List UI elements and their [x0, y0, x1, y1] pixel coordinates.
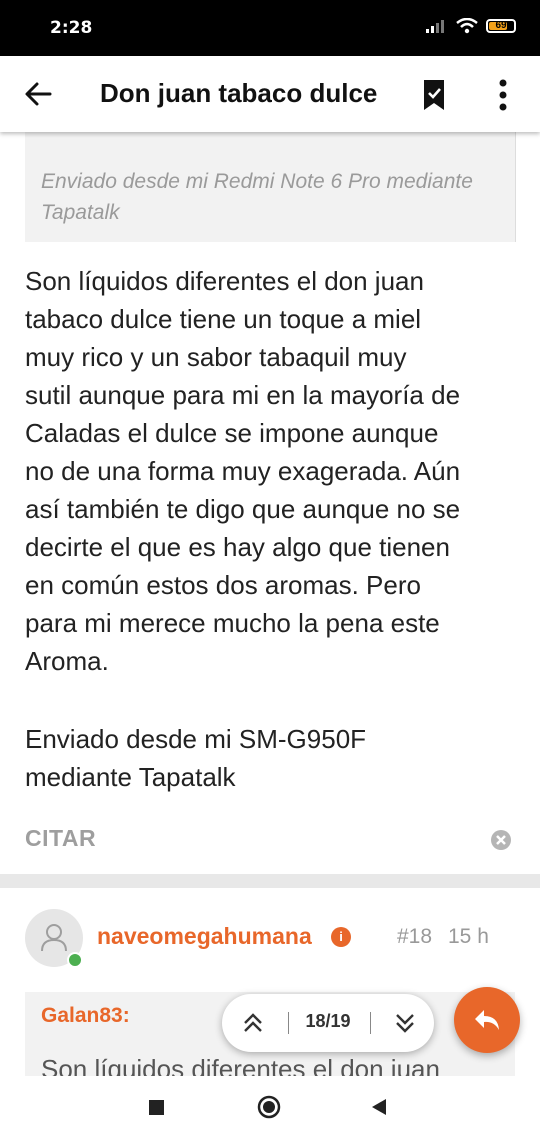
chevron-double-down-icon[interactable] [394, 1011, 416, 1035]
quote-signature: Enviado desde mi Redmi Note 6 Pro median… [41, 170, 473, 224]
username[interactable]: naveomegahumana [97, 923, 312, 950]
close-circle-icon[interactable] [490, 829, 512, 851]
quote-author[interactable]: Galan83: [41, 1004, 130, 1028]
body-line: muy rico y un sabor tabaquil muy [25, 342, 407, 372]
cite-button[interactable]: CITAR [25, 825, 96, 852]
status-bar: 2:28 69 [0, 0, 540, 56]
signal-icon [426, 20, 444, 33]
signature-line: Enviado desde mi SM-G950F [25, 724, 367, 754]
info-badge-icon: i [331, 927, 351, 947]
body-line: en común estos dos aromas. Pero [25, 570, 421, 600]
page-title: Don juan tabaco dulce [100, 78, 378, 108]
battery-level: 69 [495, 20, 507, 31]
quote-text: Son líquidos diferentes el don juan [41, 1054, 440, 1076]
body-line: así también te digo que aunque no se [25, 494, 461, 524]
post-divider [0, 874, 540, 888]
pager-separator [370, 1012, 371, 1034]
body-line: decirte el que es hay algo que tienen [25, 532, 450, 562]
more-vert-icon[interactable] [488, 78, 518, 112]
body-line: Son líquidos diferentes el don juan [25, 266, 424, 296]
home-icon[interactable] [257, 1095, 281, 1119]
bookmark-icon[interactable] [420, 78, 448, 112]
body-line: Caladas el dulce se impone aunque [25, 418, 439, 448]
back-triangle-icon[interactable] [370, 1098, 388, 1116]
reply-button[interactable] [454, 987, 520, 1053]
status-time: 2:28 [50, 18, 93, 38]
page-navigator: 18/19 [222, 994, 434, 1052]
online-indicator [67, 952, 83, 968]
signature-line: mediante Tapatalk [25, 762, 236, 792]
chevron-double-up-icon[interactable] [242, 1011, 264, 1035]
app-bar: Don juan tabaco dulce [0, 56, 540, 132]
thread-content: Enviado desde mi Redmi Note 6 Pro median… [0, 132, 540, 1076]
post-number: #18 [397, 925, 433, 948]
back-arrow-icon[interactable] [22, 76, 54, 112]
body-line: Aroma. [25, 646, 109, 676]
post-signature: Enviado desde mi SM-G950F mediante Tapat… [25, 720, 517, 796]
body-line: tabaco dulce tiene un toque a miel [25, 304, 422, 334]
body-line: sutil aunque para mi en la mayoría de [25, 380, 461, 410]
battery-icon: 69 [486, 19, 516, 33]
user-icon [41, 924, 67, 952]
quote-block: Enviado desde mi Redmi Note 6 Pro median… [25, 132, 516, 242]
post-body: Son líquidos diferentes el don juan taba… [25, 262, 517, 680]
status-icons: 69 [426, 18, 516, 34]
page-indicator[interactable]: 18/19 [288, 1011, 368, 1032]
system-nav-bar [0, 1076, 540, 1140]
reply-icon [475, 1010, 499, 1030]
body-line: no de una forma muy exagerada. Aún [25, 456, 461, 486]
body-line: para mi merece mucho la pena este [25, 608, 440, 638]
wifi-icon [456, 18, 478, 34]
post-time: 15 h [448, 925, 489, 948]
recents-icon[interactable] [149, 1100, 164, 1115]
